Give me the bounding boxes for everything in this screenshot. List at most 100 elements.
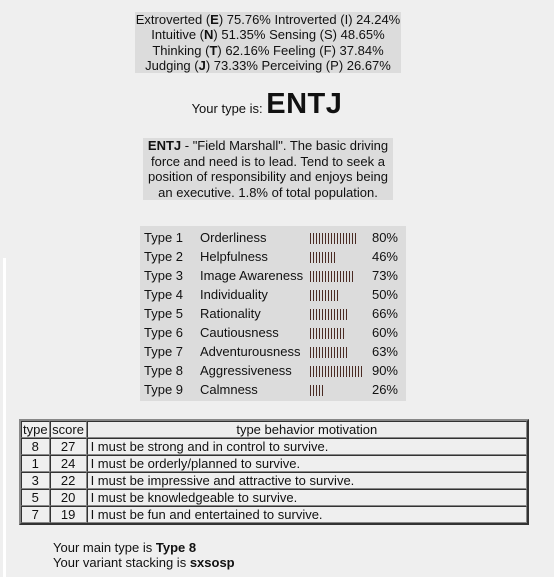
score-bar-tick [331, 347, 332, 358]
score-bar-tick [334, 290, 335, 301]
dichotomy-right-letter: P [330, 57, 339, 73]
score-bar-tick [322, 290, 323, 301]
summary-block: Your main type is Type 8 Your variant st… [53, 540, 235, 570]
score-bar-tick [325, 347, 326, 358]
score-bar-tick [340, 271, 341, 282]
score-bar-tick [313, 290, 314, 301]
dichotomy-right-pct: ) 24.24% [348, 12, 401, 27]
dichotomy-row: Thinking (T) 62.16% Feeling (F) 37.84% [135, 43, 401, 58]
score-bar-tick [340, 233, 341, 244]
score-bar-tick [337, 328, 338, 339]
dichotomy-right-label: Feeling ( [269, 42, 324, 58]
dichotomy-right-pct: ) 37.84% [331, 42, 384, 58]
score-bar-tick [331, 290, 332, 301]
enneagram-score-bar [310, 233, 358, 244]
dichotomy-left-pct: ) 73.33% [205, 57, 258, 73]
score-bar-tick [322, 309, 323, 320]
dichotomy-left-pct: ) 51.35% [213, 27, 266, 43]
enneagram-percent: 50% [371, 287, 398, 302]
score-bar-tick [316, 347, 317, 358]
enneagram-trait-name: Calmness [200, 382, 258, 397]
enneagram-score-bar [310, 385, 325, 396]
enneagram-trait-name: Individuality [200, 287, 268, 302]
score-bar-tick [331, 271, 332, 282]
score-bar-tick [313, 328, 314, 339]
enneagram-score-bar [310, 328, 346, 339]
dichotomy-right-pct: ) 48.65% [332, 27, 385, 43]
cell-score: 19 [49, 506, 87, 523]
score-bar-tick [355, 366, 356, 377]
score-bar-tick [331, 309, 332, 320]
score-bar-tick [325, 233, 326, 244]
score-bar-tick [334, 271, 335, 282]
score-bar-tick [322, 271, 323, 282]
score-bar-tick [319, 328, 320, 339]
dichotomy-right-pct: ) 26.67% [338, 57, 391, 73]
dichotomy-left-letter: J [198, 57, 206, 73]
dichotomy-right-letter: S [324, 27, 333, 43]
score-bar-tick [337, 309, 338, 320]
enneagram-row: Type 4 Individuality 50% [140, 285, 406, 304]
score-bar-tick [328, 309, 329, 320]
enneagram-trait-name: Cautiousness [200, 325, 279, 340]
enneagram-trait-name: Aggressiveness [200, 363, 292, 378]
score-bar-tick [343, 309, 344, 320]
enneagram-score-bar [310, 366, 364, 377]
enneagram-row: Type 7 Adventurousness 63% [140, 342, 406, 361]
score-bar-tick [319, 271, 320, 282]
cell-motivation: I must be strong and in control to survi… [86, 438, 527, 455]
score-bar-tick [322, 328, 323, 339]
dichotomy-left-letter: E [210, 12, 219, 27]
score-bar-tick [343, 328, 344, 339]
enneagram-row: Type 1 Orderliness 80% [140, 228, 406, 247]
score-bar-tick [340, 347, 341, 358]
score-bar-tick [346, 366, 347, 377]
enneagram-percent: 66% [371, 306, 398, 321]
score-bar-tick [343, 233, 344, 244]
dichotomy-right-label: Sensing ( [265, 27, 324, 43]
score-bar-tick [352, 233, 353, 244]
score-bar-tick [316, 385, 317, 396]
cell-type: 5 [21, 489, 50, 506]
page-edge-divider [3, 258, 6, 577]
enneagram-type-label: Type 4 [144, 287, 184, 302]
cell-motivation: I must be fun and entertained to survive… [86, 506, 527, 523]
cell-score: 22 [49, 472, 87, 489]
score-bar-tick [319, 233, 320, 244]
score-bar-tick [313, 347, 314, 358]
score-bar-tick [346, 347, 347, 358]
score-bar-tick [337, 290, 338, 301]
enneagram-percent: 63% [371, 344, 398, 359]
main-type-prefix: Your main type is [53, 540, 156, 555]
score-bar-tick [328, 233, 329, 244]
enneagram-percent: 73% [371, 268, 398, 283]
score-bar-tick [319, 252, 320, 263]
enneagram-trait-name: Helpfulness [200, 249, 268, 264]
table-row: 8 27 I must be strong and in control to su… [21, 438, 527, 455]
score-bar-tick [325, 328, 326, 339]
score-bar-tick [334, 366, 335, 377]
enneagram-score-bar [310, 290, 340, 301]
score-bar-tick [310, 385, 311, 396]
type-description-text: - "Field Marshall". The basic driving fo… [148, 138, 389, 200]
cell-type: 8 [21, 438, 50, 455]
cell-motivation: I must be orderly/planned to survive. [86, 455, 527, 472]
score-bar-tick [337, 347, 338, 358]
score-bar-tick [358, 366, 359, 377]
score-bar-tick [331, 252, 332, 263]
enneagram-trait-name: Orderliness [200, 230, 267, 245]
score-bar-tick [343, 347, 344, 358]
enneagram-row: Type 3 Image Awareness 73% [140, 266, 406, 285]
score-bar-tick [322, 252, 323, 263]
enneagram-percent: 60% [371, 325, 398, 340]
enneagram-type-label: Type 6 [144, 325, 184, 340]
enneagram-row: Type 6 Cautiousness 60% [140, 323, 406, 342]
enneagram-percent: 80% [371, 230, 398, 245]
cell-type: 7 [21, 506, 50, 523]
score-bar-tick [313, 233, 314, 244]
table-row: 1 24 I must be orderly/planned to survive. [21, 455, 527, 472]
enneagram-row: Type 8 Aggressiveness 90% [140, 361, 406, 380]
enneagram-type-label: Type 8 [144, 363, 184, 378]
enneagram-score-bar [310, 252, 337, 263]
dichotomy-scores-panel: Extroverted (E) 75.76% Introverted (I) 2… [135, 12, 401, 73]
